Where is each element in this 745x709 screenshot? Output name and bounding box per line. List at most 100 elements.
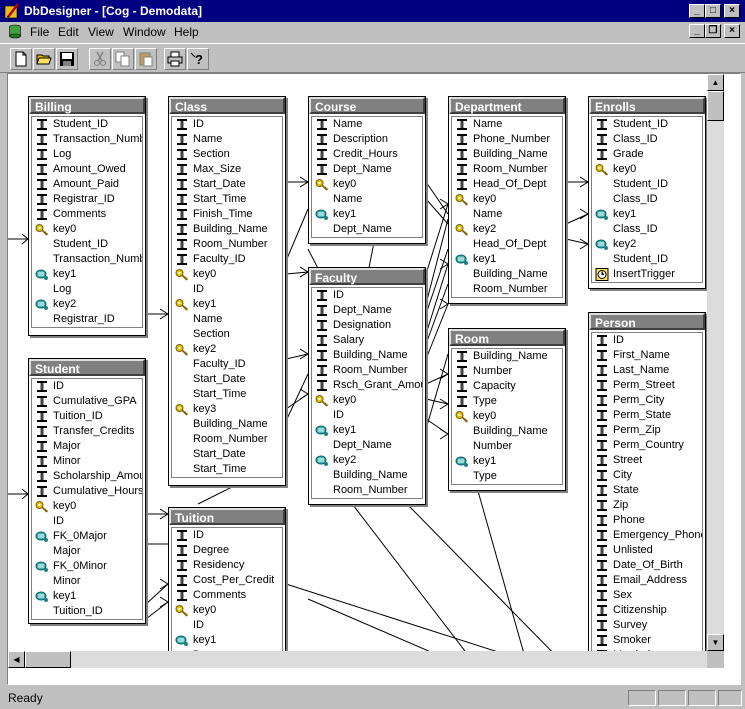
index-member-row[interactable]: Start_Date [172, 372, 282, 387]
entity-title[interactable]: Room [449, 329, 565, 346]
index-member-row[interactable]: Start_Time [172, 387, 282, 402]
index-row[interactable]: key2 [592, 237, 702, 252]
field-row[interactable]: Registrar_ID [32, 192, 142, 207]
index-row[interactable]: key1 [452, 454, 562, 469]
field-row[interactable]: Head_Of_Dept [452, 177, 562, 192]
field-row[interactable]: Room_Number [172, 237, 282, 252]
entity-billing[interactable]: Billing Student_ID Transaction_Numb Log Amou… [28, 96, 146, 336]
field-row[interactable]: Degree [172, 543, 282, 558]
field-row[interactable]: Date_Of_Birth [592, 558, 702, 573]
minimize-button[interactable]: _ [689, 4, 705, 18]
index-member-row[interactable]: Class_ID [592, 192, 702, 207]
field-row[interactable]: Building_Name [172, 222, 282, 237]
field-row[interactable]: Building_Name [452, 349, 562, 364]
maximize-button[interactable]: □ [705, 4, 721, 18]
doc-close-button[interactable]: × [724, 24, 740, 38]
index-row[interactable]: FK_0Minor [32, 559, 142, 574]
field-row[interactable]: Transaction_Numb [32, 132, 142, 147]
index-row[interactable]: key1 [312, 207, 422, 222]
field-row[interactable]: Start_Date [172, 177, 282, 192]
index-row[interactable]: key0 [32, 222, 142, 237]
index-row[interactable]: FK_0Major [32, 529, 142, 544]
index-member-row[interactable]: Room_Number [172, 432, 282, 447]
field-row[interactable]: Amount_Owed [32, 162, 142, 177]
field-row[interactable]: Grade [592, 147, 702, 162]
field-row[interactable]: Name [312, 117, 422, 132]
field-row[interactable]: Unlisted [592, 543, 702, 558]
field-row[interactable]: Building_Name [452, 147, 562, 162]
index-row[interactable]: key1 [592, 207, 702, 222]
new-button[interactable] [10, 48, 32, 70]
vertical-scrollbar[interactable]: ▲ ▼ [707, 74, 724, 668]
menu-file[interactable]: File [30, 25, 49, 39]
field-row[interactable]: Student_ID [592, 117, 702, 132]
field-row[interactable]: Credit_Hours [312, 147, 422, 162]
field-row[interactable]: Student_ID [32, 117, 142, 132]
index-row[interactable]: key0 [172, 603, 282, 618]
field-row[interactable]: Sex [592, 588, 702, 603]
index-member-row[interactable]: Student_ID [32, 237, 142, 252]
index-row[interactable]: key0 [592, 162, 702, 177]
field-row[interactable]: Tuition_ID [32, 409, 142, 424]
index-member-row[interactable]: ID [172, 618, 282, 633]
field-row[interactable]: Description [312, 132, 422, 147]
index-member-row[interactable]: Log [32, 282, 142, 297]
field-row[interactable]: Faculty_ID [172, 252, 282, 267]
index-member-row[interactable]: Room_Number [452, 282, 562, 297]
index-member-row[interactable]: ID [32, 514, 142, 529]
field-row[interactable]: Comments [32, 207, 142, 222]
field-row[interactable]: State [592, 483, 702, 498]
field-row[interactable]: Smoker [592, 633, 702, 648]
entity-faculty[interactable]: Faculty ID Dept_Name Designation Salary Build… [308, 267, 426, 505]
index-row[interactable]: key1 [312, 423, 422, 438]
index-row[interactable]: key0 [172, 267, 282, 282]
field-row[interactable]: Perm_Country [592, 438, 702, 453]
scroll-down-icon[interactable]: ▼ [707, 634, 724, 651]
field-row[interactable]: Class_ID [592, 132, 702, 147]
index-member-row[interactable]: Head_Of_Dept [452, 237, 562, 252]
menu-edit[interactable]: Edit [58, 25, 79, 39]
field-row[interactable]: Finish_Time [172, 207, 282, 222]
field-row[interactable]: Phone_Number [452, 132, 562, 147]
field-row[interactable]: Type [452, 394, 562, 409]
index-member-row[interactable]: Minor [32, 574, 142, 589]
field-row[interactable]: City [592, 468, 702, 483]
menu-view[interactable]: View [88, 25, 114, 39]
field-row[interactable]: Dept_Name [312, 303, 422, 318]
field-row[interactable]: Room_Number [452, 162, 562, 177]
field-row[interactable]: Cost_Per_Credit [172, 573, 282, 588]
index-member-row[interactable]: Section [172, 327, 282, 342]
entity-title[interactable]: Department [449, 97, 565, 114]
field-row[interactable]: Log [32, 147, 142, 162]
document-icon[interactable] [8, 24, 22, 39]
scroll-up-icon[interactable]: ▲ [707, 74, 724, 91]
index-member-row[interactable]: Student_ID [592, 252, 702, 267]
index-member-row[interactable]: Transaction_Numb [32, 252, 142, 267]
index-member-row[interactable]: Building_Name [452, 267, 562, 282]
index-member-row[interactable]: Type [452, 469, 562, 484]
field-row[interactable]: ID [172, 117, 282, 132]
index-row[interactable]: key1 [32, 267, 142, 282]
index-member-row[interactable]: Room_Number [312, 483, 422, 498]
entity-student[interactable]: Student ID Cumulative_GPA Tuition_ID Transfe… [28, 358, 146, 624]
index-member-row[interactable]: Student_ID [592, 177, 702, 192]
field-row[interactable]: Perm_Street [592, 378, 702, 393]
entity-department[interactable]: Department Name Phone_Number Building_Name R… [448, 96, 566, 304]
entity-title[interactable]: Class [169, 97, 285, 114]
index-member-row[interactable]: Dept_Name [312, 438, 422, 453]
open-button[interactable] [33, 48, 55, 70]
doc-minimize-button[interactable]: _ [689, 24, 705, 38]
field-row[interactable]: Perm_Zip [592, 423, 702, 438]
index-row[interactable]: key2 [312, 453, 422, 468]
entity-title[interactable]: Student [29, 359, 145, 376]
index-row[interactable]: key0 [32, 499, 142, 514]
index-row[interactable]: key0 [452, 192, 562, 207]
field-row[interactable]: Cumulative_GPA [32, 394, 142, 409]
index-row[interactable]: key0 [452, 409, 562, 424]
field-row[interactable]: Minor [32, 454, 142, 469]
index-row[interactable]: key1 [172, 633, 282, 648]
index-row[interactable]: key0 [312, 177, 422, 192]
diagram-canvas[interactable]: Billing Student_ID Transaction_Numb Log Amou… [7, 73, 741, 685]
index-member-row[interactable]: Name [172, 312, 282, 327]
index-member-row[interactable]: Registrar_ID [32, 312, 142, 327]
